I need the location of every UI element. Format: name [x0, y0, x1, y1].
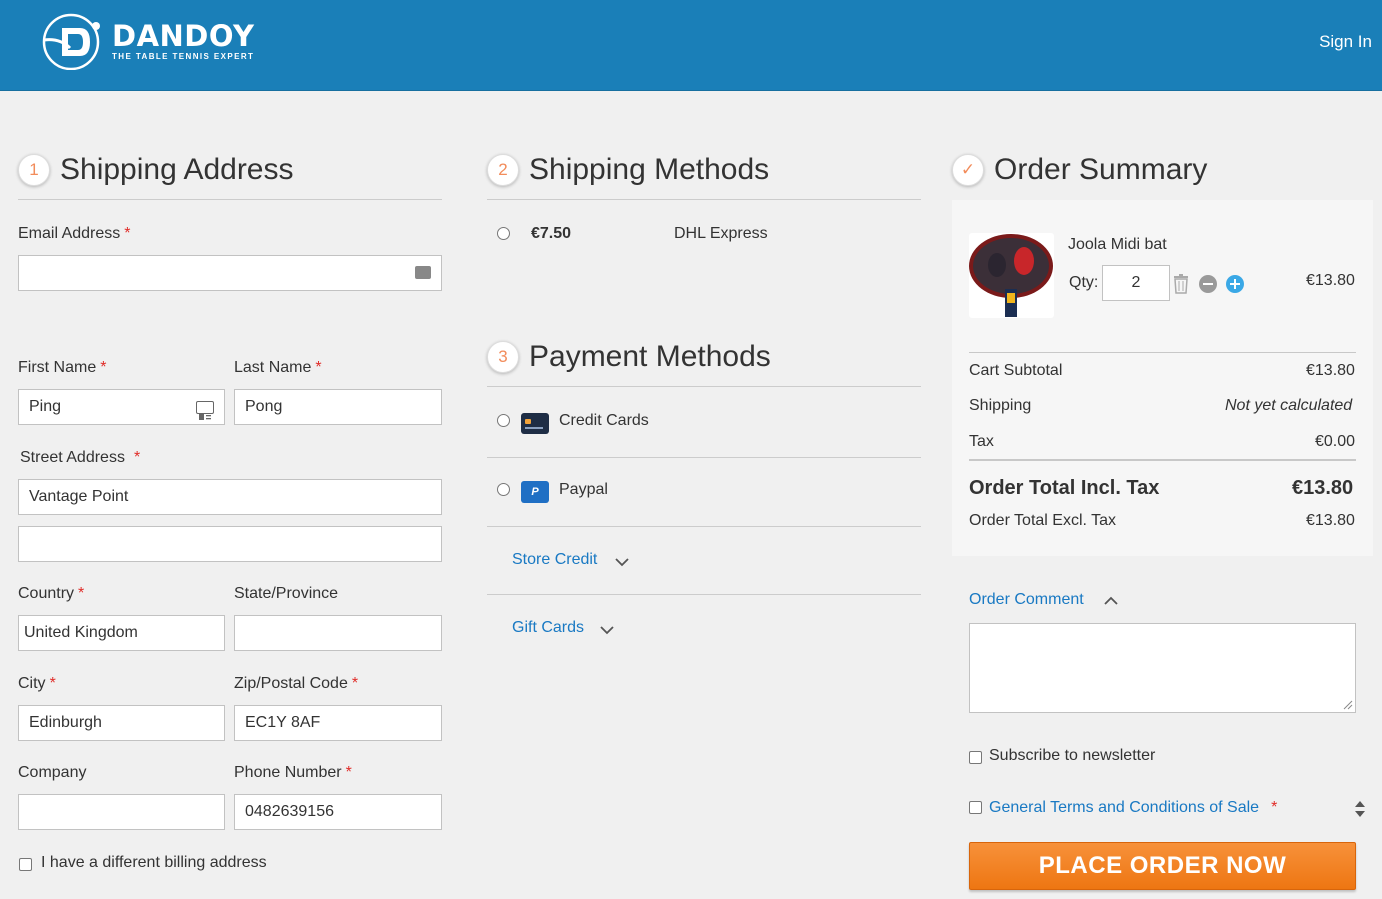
product-thumbnail[interactable] [969, 233, 1054, 318]
step-number-3: 3 [487, 340, 519, 373]
sign-in-link[interactable]: Sign In [1319, 32, 1372, 52]
gift-cards-toggle[interactable]: Gift Cards [512, 619, 584, 637]
shipping-address-title: Shipping Address [60, 152, 294, 186]
shipping-method-radio[interactable] [497, 227, 510, 240]
last-name-label: Last Name * [234, 359, 322, 376]
shipping-methods-heading: 2 Shipping Methods [487, 140, 921, 200]
zip-label: Zip/Postal Code * [234, 675, 359, 692]
site-header: DANDOY THE TABLE TENNIS EXPERT Sign In [0, 0, 1382, 91]
different-billing-checkbox[interactable] [19, 858, 32, 871]
decrease-quantity-icon[interactable] [1199, 275, 1217, 293]
store-credit-toggle[interactable]: Store Credit [512, 551, 597, 569]
step-number-1: 1 [18, 153, 50, 186]
street-address-line1-field[interactable]: Vantage Point [18, 479, 442, 515]
excl-total-value: €13.80 [1306, 512, 1355, 529]
shipping-methods-section: 2 Shipping Methods [487, 140, 921, 200]
newsletter-checkbox[interactable] [969, 751, 982, 764]
state-field[interactable] [234, 615, 442, 651]
credit-cards-label[interactable]: Credit Cards [559, 412, 649, 430]
shipping-address-heading: 1 Shipping Address [18, 140, 442, 200]
paypal-radio[interactable] [497, 483, 510, 496]
payment-methods-title: Payment Methods [529, 339, 771, 373]
paypal-icon: P [521, 481, 549, 503]
product-name[interactable]: Joola Midi bat [1068, 236, 1167, 254]
newsletter-label[interactable]: Subscribe to newsletter [989, 747, 1155, 765]
city-field[interactable]: Edinburgh [18, 705, 225, 741]
first-name-field[interactable]: Ping [18, 389, 225, 425]
city-label: City * [18, 675, 56, 692]
chevron-down-icon[interactable] [614, 555, 630, 573]
cart-subtotal-label: Cart Subtotal [969, 362, 1063, 379]
phone-field[interactable]: 0482639156 [234, 794, 442, 830]
sort-arrows-icon[interactable] [1354, 800, 1366, 823]
increase-quantity-icon[interactable] [1226, 275, 1244, 293]
payment-divider [487, 526, 921, 527]
check-icon: ✓ [952, 154, 984, 186]
street-address-label: Street Address * [20, 449, 141, 466]
payment-divider [487, 457, 921, 458]
shipping-address-section: 1 Shipping Address [18, 140, 442, 200]
order-summary-title: Order Summary [994, 153, 1208, 186]
totals-divider [969, 352, 1356, 353]
first-name-label: First Name * [18, 359, 107, 376]
brand-logo-mark [40, 12, 102, 71]
tax-label: Tax [969, 433, 994, 450]
company-field[interactable] [18, 794, 225, 830]
last-name-field[interactable]: Pong [234, 389, 442, 425]
state-label: State/Province [234, 585, 339, 602]
payment-methods-heading: 3 Payment Methods [487, 327, 921, 387]
company-label: Company [18, 764, 87, 781]
step-number-2: 2 [487, 153, 519, 186]
qty-label: Qty: [1069, 274, 1099, 291]
zip-field[interactable]: EC1Y 8AF [234, 705, 442, 741]
street-address-line2-field[interactable] [18, 526, 442, 562]
shipping-method-price: €7.50 [531, 225, 572, 242]
terms-label[interactable]: General Terms and Conditions of Sale * [989, 799, 1277, 817]
email-label: Email Address * [18, 225, 131, 242]
grand-total-value: €13.80 [1292, 477, 1354, 499]
excl-total-label: Order Total Excl. Tax [969, 512, 1117, 529]
grand-total-label: Order Total Incl. Tax [969, 477, 1160, 499]
order-comment-toggle[interactable]: Order Comment [969, 591, 1084, 609]
brand-logo[interactable]: DANDOY THE TABLE TENNIS EXPERT [40, 12, 254, 71]
item-price: €13.80 [1306, 272, 1355, 289]
quantity-field[interactable]: 2 [1102, 265, 1170, 301]
brand-tagline: THE TABLE TENNIS EXPERT [112, 52, 255, 61]
order-summary-heading: ✓ Order Summary [952, 140, 1373, 200]
country-label: Country * [18, 585, 85, 602]
resize-handle-icon[interactable] [1343, 700, 1353, 710]
payment-methods-section: 3 Payment Methods [487, 327, 921, 387]
country-select[interactable]: United Kingdom [18, 615, 225, 651]
grand-total-divider [969, 459, 1356, 461]
shipping-total-value: Not yet calculated [1225, 397, 1353, 414]
different-billing-label[interactable]: I have a different billing address [41, 854, 267, 872]
phone-label: Phone Number * [234, 764, 352, 781]
paypal-label[interactable]: Paypal [559, 481, 608, 499]
payment-divider [487, 594, 921, 595]
credit-card-radio[interactable] [497, 414, 510, 427]
tax-value: €0.00 [1315, 433, 1356, 450]
password-manager-icon[interactable] [415, 266, 431, 282]
shipping-total-label: Shipping [969, 397, 1032, 414]
trash-icon[interactable] [1173, 274, 1189, 299]
credit-card-icon [521, 413, 549, 434]
brand-name: DANDOY [112, 19, 255, 53]
shipping-method-carrier: DHL Express [674, 225, 768, 242]
brand-text: DANDOY THE TABLE TENNIS EXPERT [112, 21, 254, 61]
shipping-methods-title: Shipping Methods [529, 152, 770, 186]
contact-card-icon[interactable] [196, 401, 214, 420]
chevron-down-icon[interactable] [599, 623, 615, 641]
cart-subtotal-value: €13.80 [1306, 362, 1355, 379]
place-order-button[interactable]: PLACE ORDER NOW [969, 842, 1356, 890]
order-comment-textarea[interactable] [969, 623, 1356, 713]
order-summary-section: ✓ Order Summary [952, 140, 1373, 200]
terms-checkbox[interactable] [969, 801, 982, 814]
chevron-up-icon[interactable] [1103, 594, 1119, 612]
email-field[interactable] [18, 255, 442, 291]
